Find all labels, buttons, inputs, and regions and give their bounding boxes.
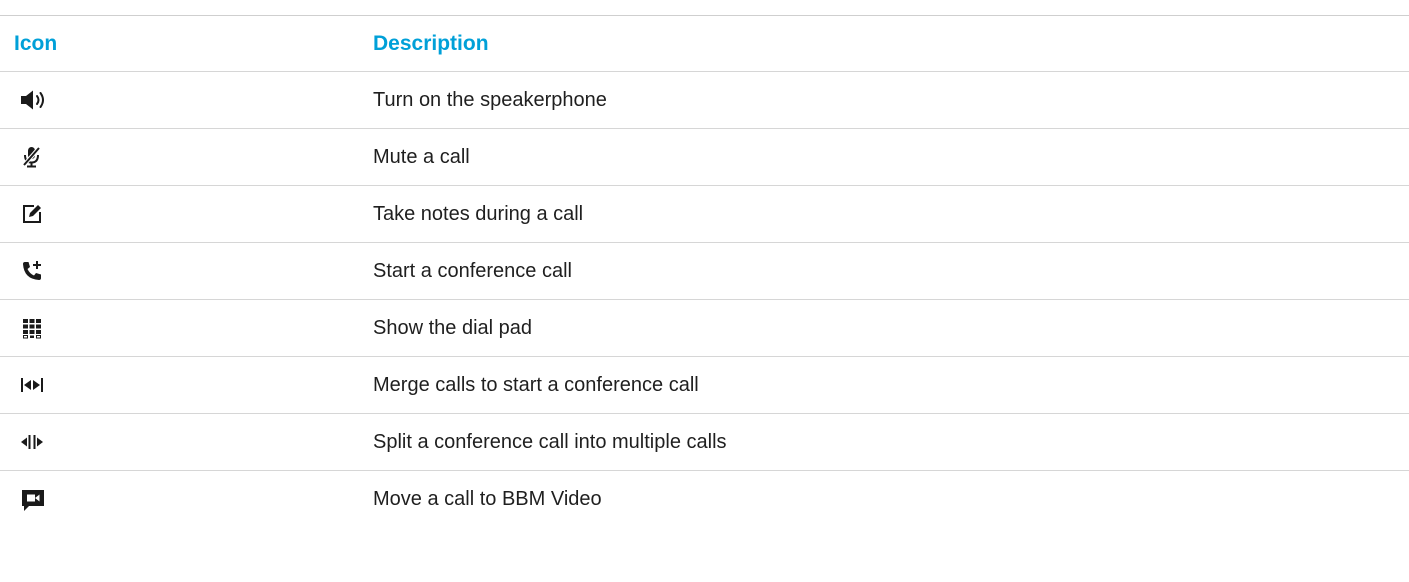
row-description: Take notes during a call	[373, 202, 584, 225]
table-header-row: Icon Description	[0, 16, 1409, 72]
table-row: Show the dial pad	[0, 300, 1409, 357]
dial-pad-icon	[20, 300, 60, 356]
speaker-icon	[20, 72, 60, 128]
video-chat-icon	[20, 471, 60, 528]
table-row: Merge calls to start a conference call	[0, 357, 1409, 414]
icon-description-table: Icon Description Turn on the speakerphon…	[0, 16, 1409, 528]
table-row: Start a conference call	[0, 243, 1409, 300]
icon-column-header: Icon	[14, 31, 58, 55]
table-row: Split a conference call into multiple ca…	[0, 414, 1409, 471]
table-row: Turn on the speakerphone	[0, 72, 1409, 129]
notes-edit-icon	[20, 186, 60, 242]
table-row: Mute a call	[0, 129, 1409, 186]
add-call-icon	[20, 243, 60, 299]
merge-calls-icon	[20, 357, 60, 413]
row-description: Split a conference call into multiple ca…	[373, 430, 727, 453]
mute-microphone-icon	[20, 129, 60, 185]
row-description: Mute a call	[373, 145, 470, 168]
row-description: Turn on the speakerphone	[373, 88, 607, 111]
row-description: Start a conference call	[373, 259, 572, 282]
split-calls-icon	[20, 414, 60, 470]
row-description: Show the dial pad	[373, 316, 533, 339]
row-description: Merge calls to start a conference call	[373, 373, 699, 396]
table-row: Move a call to BBM Video	[0, 471, 1409, 528]
row-description: Move a call to BBM Video	[373, 488, 602, 510]
table-row: Take notes during a call	[0, 186, 1409, 243]
description-column-header: Description	[373, 31, 489, 55]
